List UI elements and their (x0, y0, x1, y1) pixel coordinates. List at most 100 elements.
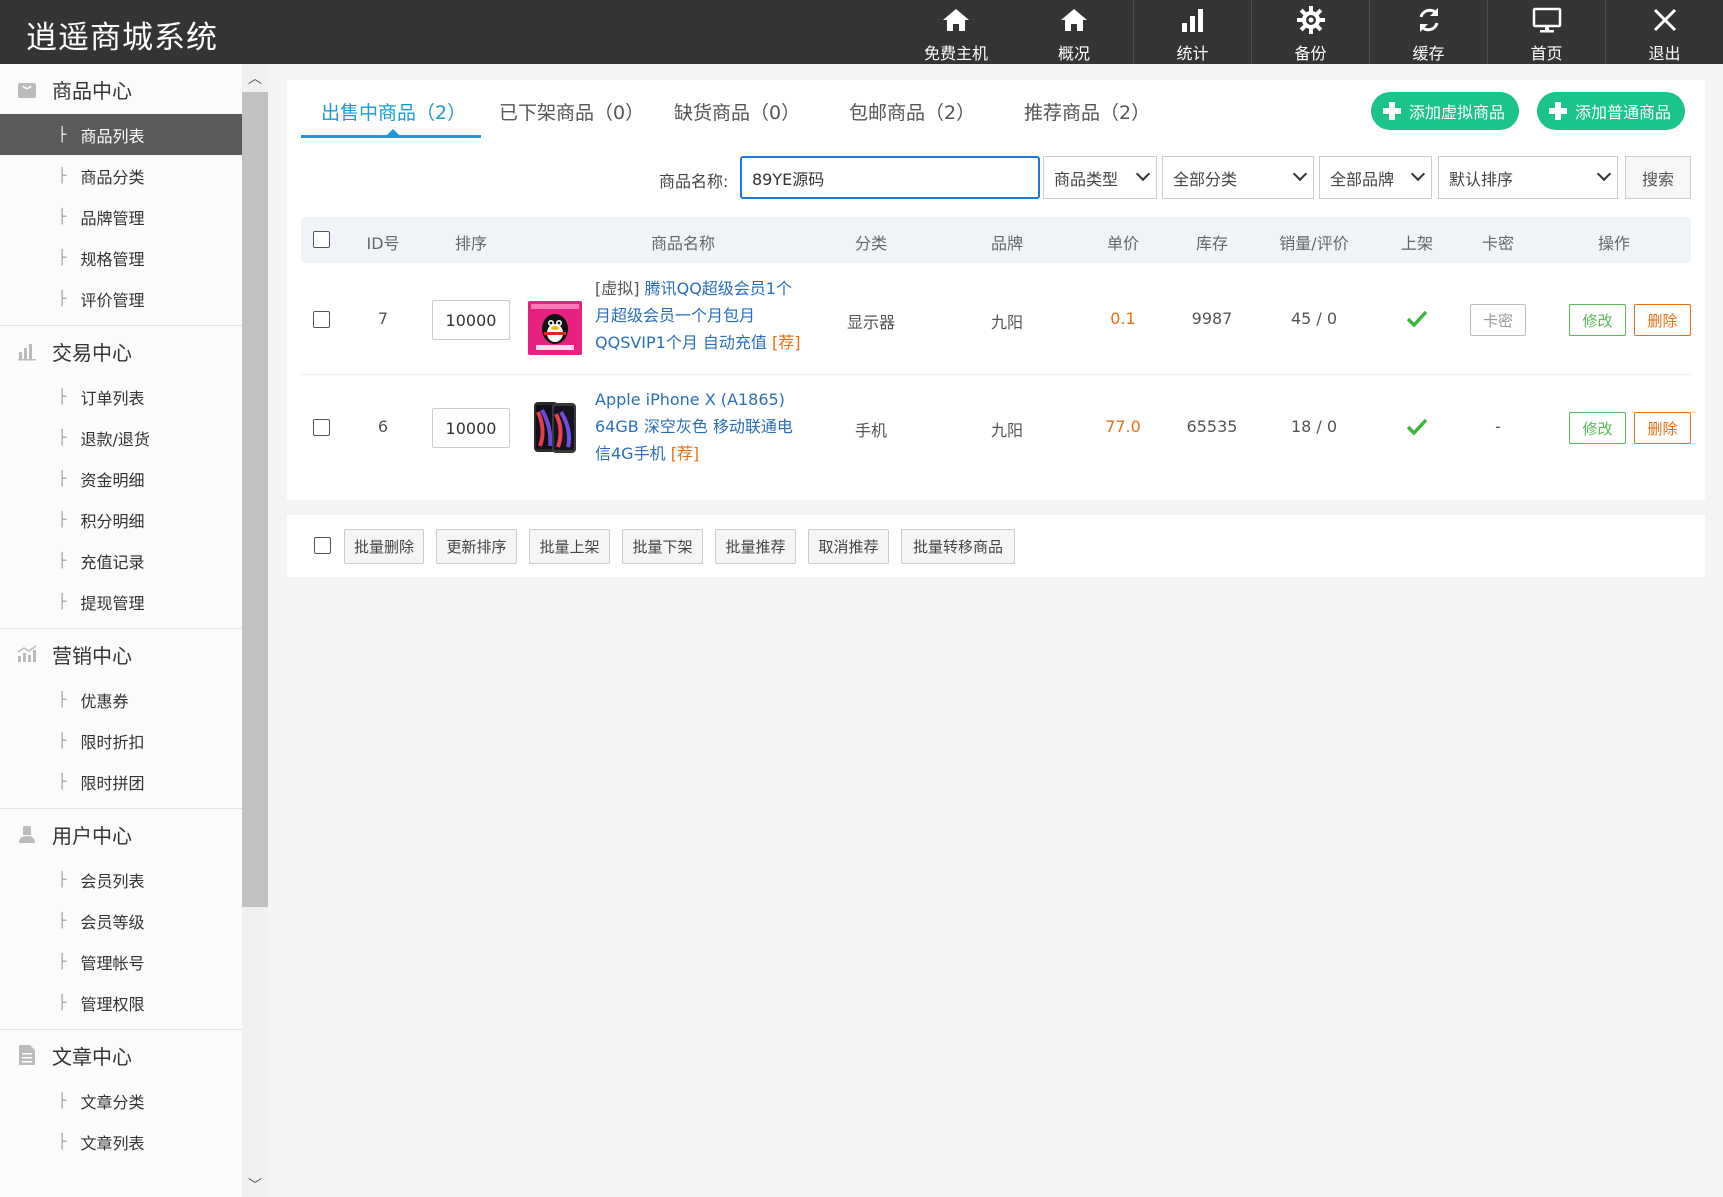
topnav-logout[interactable]: 退出 (1605, 0, 1723, 64)
topnav-backup[interactable]: 备份 (1251, 0, 1369, 64)
sidebar-item-spec[interactable]: ├ 规格管理 (0, 237, 242, 278)
sidebar-item-group-buy[interactable]: ├ 限时拼团 (0, 761, 242, 802)
row-stock: 65535 (1186, 417, 1238, 436)
col-actions: 操作 (1597, 234, 1631, 253)
tab-caret (387, 129, 399, 135)
sidebar-item-funds[interactable]: ├ 资金明细 (0, 458, 242, 499)
bulk-transfer-button[interactable]: 批量转移商品 (901, 529, 1015, 564)
edit-button[interactable]: 修改 (1569, 412, 1626, 444)
select-all-checkbox[interactable] (313, 231, 330, 248)
add-virtual-goods-button[interactable]: 添加虚拟商品 (1371, 92, 1520, 130)
topnav-cache[interactable]: 缓存 (1369, 0, 1487, 64)
table-row: 6 Apple iPhone X (A1865) 64GB 深空灰色 移动联通电… (301, 376, 1691, 480)
tab-off-shelf[interactable]: 已下架商品（0） (499, 98, 644, 125)
search-label: 商品名称: (659, 172, 729, 191)
product-name-link[interactable]: [虚拟] 腾讯QQ超级会员1个月超级会员一个月包月QQSVIP1个月 自动充值 … (595, 275, 807, 356)
chevron-down-icon[interactable]: ﹀ (242, 1173, 268, 1197)
add-normal-goods-button[interactable]: 添加普通商品 (1537, 92, 1686, 130)
bulk-select-checkbox[interactable] (314, 537, 331, 554)
refresh-icon (1370, 5, 1487, 35)
scroll-thumb[interactable] (242, 92, 268, 907)
sidebar-item-brand[interactable]: ├ 品牌管理 (0, 196, 242, 237)
product-name-link[interactable]: Apple iPhone X (A1865) 64GB 深空灰色 移动联通电信4… (595, 386, 807, 467)
row-card-empty: - (1495, 417, 1501, 436)
recommend-badge: [荐] (670, 444, 700, 463)
home-icon (897, 5, 1015, 35)
sidebar-group-users[interactable]: 用户中心 (0, 809, 242, 859)
bulk-delete-button[interactable]: 批量删除 (344, 529, 424, 564)
col-card: 卡密 (1481, 234, 1515, 253)
sidebar-item-article-list[interactable]: ├ 文章列表 (0, 1121, 242, 1162)
goods-panel: 出售中商品（2） 已下架商品（0） 缺货商品（0） 包邮商品（2） 推荐商品（2… (287, 80, 1705, 500)
bulk-off-shelf-button[interactable]: 批量下架 (622, 529, 703, 564)
home-icon (1015, 5, 1133, 35)
card-key-button[interactable]: 卡密 (1470, 304, 1526, 336)
sidebar-item-goods-category[interactable]: ├ 商品分类 (0, 155, 242, 196)
cancel-recommend-button[interactable]: 取消推荐 (808, 529, 889, 564)
sidebar-item-discount[interactable]: ├ 限时折扣 (0, 720, 242, 761)
recommend-badge: [荐] (772, 333, 801, 352)
category-select[interactable]: 全部分类 (1162, 156, 1314, 199)
row-sort-input[interactable] (432, 300, 510, 340)
row-price: 0.1 (1110, 309, 1136, 328)
sidebar-item-withdraw[interactable]: ├ 提现管理 (0, 581, 242, 622)
bulk-recommend-button[interactable]: 批量推荐 (715, 529, 796, 564)
sidebar-item-admin-accounts[interactable]: ├ 管理帐号 (0, 941, 242, 982)
sidebar-group-articles[interactable]: 文章中心 (0, 1030, 242, 1080)
delete-button[interactable]: 删除 (1634, 304, 1691, 336)
tab-free-shipping[interactable]: 包邮商品（2） (849, 98, 975, 125)
search-button[interactable]: 搜索 (1625, 156, 1691, 199)
sidebar-item-orders[interactable]: ├ 订单列表 (0, 376, 242, 417)
sidebar-item-review[interactable]: ├ 评价管理 (0, 278, 242, 319)
sidebar-scrollbar[interactable]: ︿ ﹀ (242, 64, 268, 1197)
delete-button[interactable]: 删除 (1634, 412, 1691, 444)
sidebar-item-coupon[interactable]: ├ 优惠券 (0, 679, 242, 720)
update-sort-button[interactable]: 更新排序 (436, 529, 517, 564)
sidebar-item-members[interactable]: ├ 会员列表 (0, 859, 242, 900)
col-name: 商品名称 (650, 234, 716, 253)
topnav-label: 概况 (1057, 44, 1090, 63)
bar-chart-icon (16, 340, 38, 362)
row-category: 显示器 (846, 313, 896, 332)
check-icon[interactable] (1406, 417, 1428, 437)
bar-chart-icon (1134, 5, 1251, 35)
tab-recommended[interactable]: 推荐商品（2） (1024, 98, 1150, 125)
goods-type-select[interactable]: 商品类型 (1043, 156, 1157, 199)
brand-select[interactable]: 全部品牌 (1319, 156, 1432, 199)
product-image[interactable] (528, 400, 582, 454)
row-brand: 九阳 (990, 421, 1024, 440)
topnav-stats[interactable]: 统计 (1133, 0, 1251, 64)
sidebar-group-goods[interactable]: 商品中心 (0, 64, 242, 114)
sort-select[interactable]: 默认排序 (1438, 156, 1618, 199)
col-id: ID号 (366, 234, 400, 253)
topnav-free-host[interactable]: 免费主机 (897, 0, 1015, 64)
product-image[interactable] (528, 301, 582, 355)
goods-name-input[interactable] (740, 156, 1040, 199)
sidebar-item-member-level[interactable]: ├ 会员等级 (0, 900, 242, 941)
gear-icon (1252, 5, 1369, 35)
check-icon[interactable] (1406, 309, 1428, 329)
bag-icon (16, 78, 38, 100)
sidebar-item-refund[interactable]: ├ 退款/退货 (0, 417, 242, 458)
sidebar-item-points[interactable]: ├ 积分明细 (0, 499, 242, 540)
sidebar-item-goods-list[interactable]: ├ 商品列表 (0, 114, 242, 155)
bulk-on-shelf-button[interactable]: 批量上架 (529, 529, 610, 564)
sidebar-group-marketing[interactable]: 营销中心 (0, 629, 242, 679)
sidebar-item-article-category[interactable]: ├ 文章分类 (0, 1080, 242, 1121)
row-sort-input[interactable] (432, 408, 510, 448)
sidebar-item-recharge[interactable]: ├ 充值记录 (0, 540, 242, 581)
tab-out-of-stock[interactable]: 缺货商品（0） (674, 98, 800, 125)
edit-button[interactable]: 修改 (1569, 304, 1626, 336)
row-checkbox[interactable] (313, 419, 330, 436)
sidebar-item-admin-permissions[interactable]: ├ 管理权限 (0, 982, 242, 1023)
tab-on-sale[interactable]: 出售中商品（2） (321, 98, 466, 125)
topnav-home[interactable]: 首页 (1487, 0, 1605, 64)
topnav-label: 统计 (1176, 44, 1209, 63)
row-checkbox[interactable] (313, 311, 330, 328)
plus-icon (1383, 102, 1401, 120)
document-icon (16, 1044, 38, 1066)
sidebar-group-trade[interactable]: 交易中心 (0, 326, 242, 376)
chevron-down-icon (1596, 166, 1612, 182)
topnav-overview[interactable]: 概况 (1015, 0, 1133, 64)
chevron-up-icon[interactable]: ︿ (242, 66, 268, 90)
